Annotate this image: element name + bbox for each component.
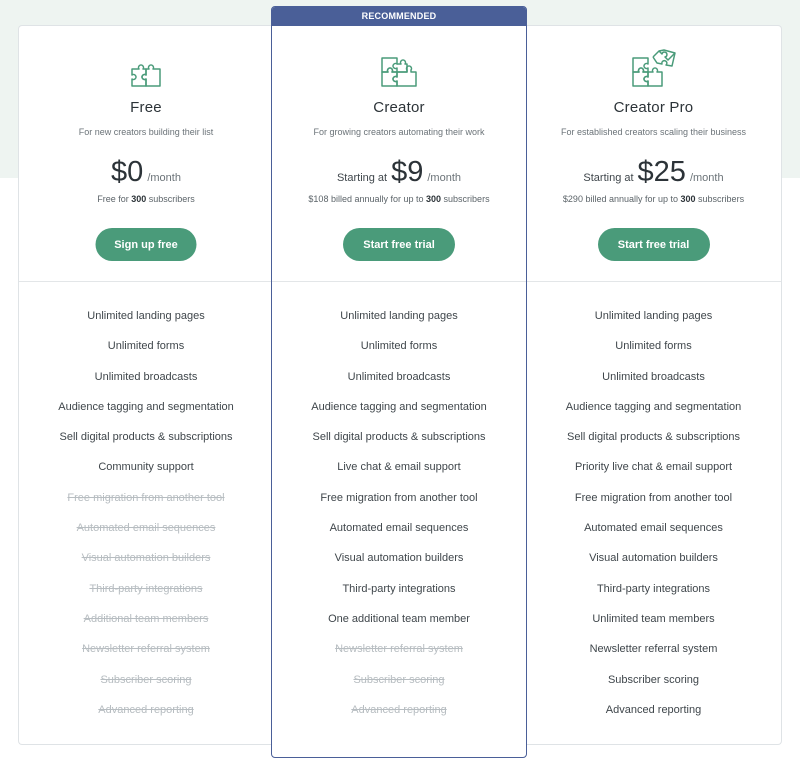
- price-prefix: Starting at: [583, 172, 634, 184]
- subscriber-count: 300: [680, 194, 696, 204]
- feature-item-included: Automated email sequences: [584, 522, 723, 535]
- price-note-suffix: subscribers: [441, 194, 490, 204]
- feature-item-included: One additional team member: [328, 612, 470, 625]
- price-period: /month: [427, 172, 462, 184]
- feature-item-included: Unlimited broadcasts: [602, 370, 705, 383]
- plan-description: For new creators building their list: [78, 127, 214, 137]
- puzzle-two-pieces-icon: [130, 62, 162, 93]
- feature-item-excluded: Visual automation builders: [81, 552, 211, 565]
- price-note-suffix: subscribers: [695, 194, 745, 204]
- price-note: $108 billed annually for up to 300 subsc…: [272, 194, 526, 204]
- start-free-trial-button[interactable]: Start free trial: [343, 228, 455, 261]
- feature-item-included: Visual automation builders: [589, 552, 718, 565]
- feature-item-included: Subscriber scoring: [607, 673, 700, 686]
- plan-name: Creator: [373, 99, 425, 116]
- puzzle-four-pieces-icon: [380, 56, 418, 93]
- feature-item-included: Unlimited landing pages: [594, 310, 713, 322]
- plan-card-creator-pro: Creator Pro For established creators sca…: [526, 25, 782, 745]
- plan-card-free: Free For new creators building their lis…: [18, 25, 273, 745]
- price-prefix: Starting at: [336, 172, 388, 184]
- feature-item-included: Unlimited forms: [615, 340, 692, 353]
- feature-item-excluded: Subscriber scoring: [353, 673, 445, 686]
- feature-item-excluded: Newsletter referral system: [335, 643, 463, 656]
- feature-item-included: Unlimited forms: [360, 340, 438, 353]
- feature-item-included: Automated email sequences: [329, 522, 469, 535]
- feature-item-excluded: Subscriber scoring: [100, 673, 192, 686]
- feature-item-included: Third-party integrations: [342, 582, 456, 595]
- price-note-suffix: subscribers: [146, 194, 195, 204]
- feature-item-excluded: Third-party integrations: [89, 582, 203, 595]
- recommended-badge: RECOMMENDED: [272, 7, 526, 26]
- plan-name: Creator Pro: [613, 99, 694, 116]
- start-free-trial-button[interactable]: Start free trial: [597, 228, 710, 261]
- subscriber-count: 300: [426, 194, 442, 204]
- feature-item-included: Unlimited landing pages: [340, 310, 458, 322]
- price-period: /month: [147, 172, 181, 184]
- feature-item-included: Free migration from another tool: [320, 491, 478, 504]
- feature-item-included: Third-party integrations: [596, 582, 711, 595]
- feature-item-included: Audience tagging and segmentation: [58, 400, 234, 413]
- subscriber-count: 300: [131, 194, 147, 204]
- price-row: Starting at $25 /month: [526, 156, 781, 189]
- plan-description: For growing creators automating their wo…: [313, 127, 485, 137]
- price-row: Starting at $9 /month: [272, 156, 526, 189]
- price-period: /month: [689, 172, 724, 184]
- plan-name: Free: [130, 99, 162, 116]
- feature-item-included: Unlimited forms: [107, 340, 185, 353]
- price-note-text: Free for: [97, 194, 132, 204]
- feature-item-excluded: Additional team members: [83, 612, 209, 625]
- plan-header: Free For new creators building their lis…: [19, 26, 273, 281]
- feature-item-excluded: Advanced reporting: [351, 703, 447, 716]
- price-row: $0 /month: [19, 156, 273, 189]
- plan-header: Creator Pro For established creators sca…: [526, 26, 781, 281]
- price-note-text: $108 billed annually for up to: [308, 194, 427, 204]
- plan-card-creator: RECOMMENDED Creator For growing creators…: [271, 6, 527, 758]
- feature-list: Unlimited landing pages Unlimited forms Un…: [19, 282, 273, 733]
- feature-item-included: Live chat & email support: [337, 461, 461, 474]
- feature-item-included: Community support: [98, 461, 194, 474]
- price-amount: $9: [391, 156, 424, 188]
- plan-description: For established creators scaling their b…: [560, 127, 747, 137]
- feature-item-included: Sell digital products & subscriptions: [312, 431, 486, 444]
- feature-item-included: Unlimited broadcasts: [347, 370, 451, 383]
- price-amount: $0: [111, 156, 144, 188]
- feature-item-included: Sell digital products & subscriptions: [59, 431, 233, 444]
- sign-up-free-button[interactable]: Sign up free: [95, 228, 197, 261]
- feature-item-excluded: Advanced reporting: [98, 703, 194, 716]
- feature-item-excluded: Free migration from another tool: [67, 491, 225, 504]
- price-amount: $25: [637, 156, 686, 188]
- puzzle-five-pieces-icon: [631, 48, 677, 93]
- feature-item-excluded: Automated email sequences: [76, 522, 216, 535]
- price-note: Free for 300 subscribers: [19, 194, 273, 204]
- price-note-text: $290 billed annually for up to: [562, 194, 681, 204]
- feature-item-included: Audience tagging and segmentation: [565, 400, 742, 413]
- feature-item-included: Free migration from another tool: [574, 491, 733, 504]
- feature-list: Unlimited landing pages Unlimited forms Un…: [526, 282, 781, 733]
- feature-item-included: Unlimited landing pages: [87, 310, 205, 322]
- plan-header: Creator For growing creators automating …: [272, 26, 526, 281]
- price-note: $290 billed annually for up to 300 subsc…: [526, 194, 781, 204]
- feature-item-included: Audience tagging and segmentation: [311, 400, 487, 413]
- feature-item-excluded: Newsletter referral system: [82, 643, 210, 656]
- feature-item-included: Newsletter referral system: [589, 643, 718, 656]
- feature-item-included: Visual automation builders: [334, 552, 464, 565]
- feature-item-included: Unlimited team members: [592, 612, 715, 625]
- feature-item-included: Unlimited broadcasts: [94, 370, 198, 383]
- feature-item-included: Priority live chat & email support: [574, 461, 733, 474]
- feature-item-included: Sell digital products & subscriptions: [566, 431, 741, 444]
- feature-item-included: Advanced reporting: [605, 703, 702, 716]
- feature-list: Unlimited landing pages Unlimited forms Un…: [272, 282, 526, 733]
